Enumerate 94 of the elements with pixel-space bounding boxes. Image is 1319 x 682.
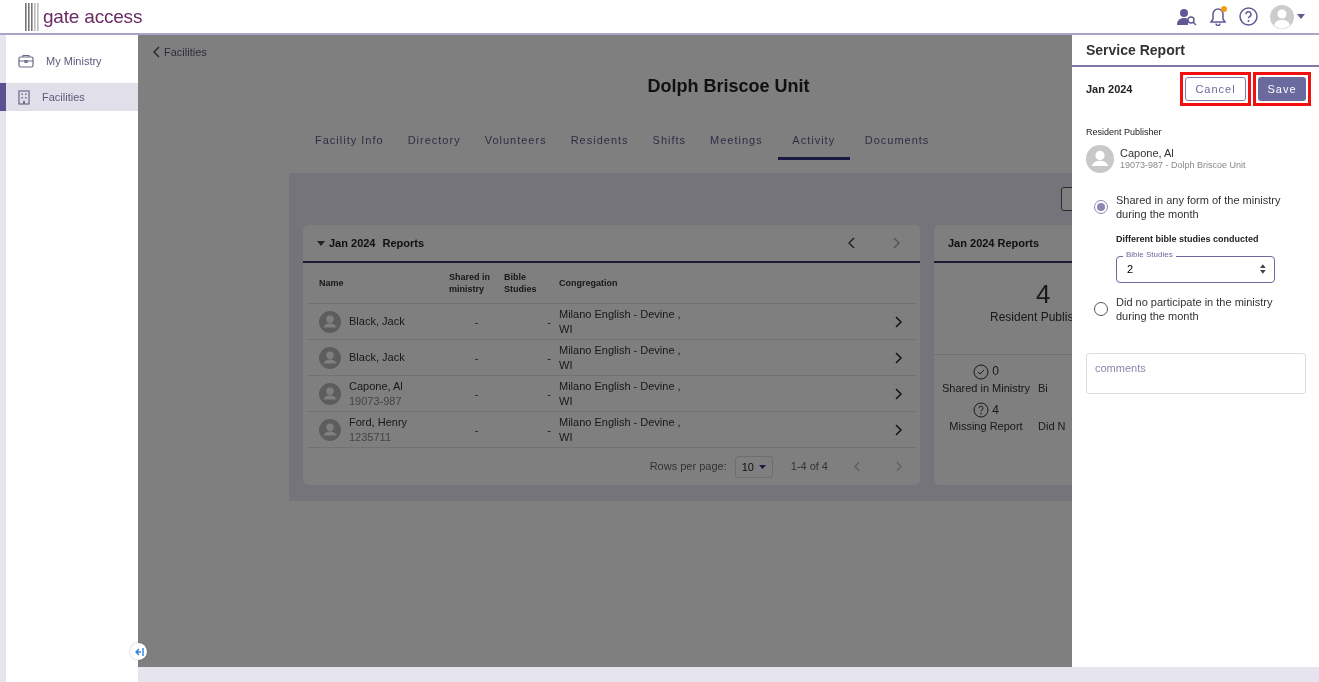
back-chevron-icon	[153, 46, 161, 58]
stat-label: Bi	[1038, 381, 1048, 396]
resident-id: 19073-987	[349, 393, 403, 408]
resident-id: 1235711	[349, 429, 392, 444]
congregation-name: Milano English - Devine ,	[559, 307, 682, 322]
reports-month: Jan 2024	[329, 237, 376, 249]
rows-per-page-label: Rows per page:	[649, 459, 727, 474]
stat-label: Did N	[1038, 419, 1066, 434]
congregation-name: Milano English - Devine ,	[559, 379, 682, 394]
avatar-icon	[1086, 145, 1114, 173]
resident-name: Black, Jack	[349, 314, 405, 329]
building-icon	[18, 89, 30, 105]
expand-caret-icon[interactable]	[317, 240, 325, 246]
field-label: Bible Studies	[1123, 249, 1176, 259]
table-cell-text: -	[473, 351, 480, 364]
tab[interactable]: Meetings	[701, 123, 772, 160]
table-cell-text: -	[546, 387, 552, 400]
studies-prompt: Different bible studies conducted	[1116, 233, 1259, 244]
tab[interactable]: Facility Info	[306, 123, 393, 160]
avatar-icon	[319, 346, 341, 369]
tab[interactable]: Documents	[855, 123, 939, 160]
collapse-sidebar-button[interactable]	[130, 643, 147, 660]
stat-count: 0	[992, 364, 999, 380]
congregation-name: Milano English - Devine ,	[559, 415, 682, 430]
comments-field[interactable]: comments	[1086, 353, 1306, 395]
chevron-left-icon	[854, 461, 861, 472]
save-button[interactable]: Save	[1258, 77, 1306, 101]
column-header: Bible Studies	[504, 270, 538, 296]
caret-icon	[758, 464, 766, 469]
resident-name: Ford, Henry	[349, 415, 408, 430]
congregation-region: WI	[559, 357, 574, 372]
publisher-detail: 19073-987 - Dolph Briscoe Unit	[1120, 160, 1246, 172]
person-search-icon[interactable]	[1177, 7, 1197, 26]
chevron-right-icon	[895, 461, 902, 472]
caret-icon	[1297, 14, 1305, 19]
radio-label: Shared in any form of the ministry during the month	[1116, 193, 1282, 222]
summary-title: Jan 2024 Reports	[948, 237, 1040, 249]
rows-per-page-select[interactable]: 10	[734, 455, 773, 478]
publisher-name: Capone, Al	[1120, 146, 1175, 161]
column-header: Shared in ministry	[449, 270, 491, 296]
check-circle-icon	[973, 364, 990, 380]
table-cell-text: -	[546, 351, 552, 364]
report-month: Jan 2024	[1086, 81, 1133, 97]
tab[interactable]: Directory	[398, 123, 470, 160]
notification-bell-icon[interactable]	[1209, 7, 1227, 26]
total-label: Resident Publis	[990, 310, 1074, 326]
tab[interactable]: Volunteers	[475, 123, 556, 160]
stat-count: 4	[992, 402, 999, 419]
page-title: Dolph Briscoe Unit	[647, 76, 810, 97]
resident-name: Black, Jack	[349, 350, 405, 365]
total-count: 4	[1036, 279, 1051, 310]
radio-option[interactable]: Shared in any form of the ministry during the month	[1086, 187, 1305, 228]
briefcase-icon	[18, 54, 34, 68]
column-header: Congregation	[559, 276, 619, 290]
section-label: Resident Publisher	[1086, 127, 1162, 137]
help-circle-icon	[973, 402, 990, 419]
congregation-name: Milano English - Devine ,	[559, 343, 682, 358]
collapse-arrow-icon	[133, 647, 144, 656]
tab[interactable]: Activity	[777, 123, 850, 160]
table-cell-text: -	[473, 315, 480, 328]
radio-label: Did no participate in the ministry during the month	[1116, 294, 1274, 324]
avatar-icon	[319, 418, 341, 441]
tab[interactable]: Residents	[561, 123, 638, 160]
congregation-region: WI	[559, 393, 574, 408]
chevron-right-icon	[894, 387, 902, 400]
back-link[interactable]: Facilities	[153, 46, 207, 58]
chevron-right-icon	[894, 423, 902, 436]
logo-bars-icon	[25, 2, 41, 31]
chevron-left-icon	[848, 237, 856, 249]
stat-label: Missing Report	[949, 419, 1023, 434]
page-range: 1-4 of 4	[790, 459, 828, 474]
chevron-right-icon	[894, 351, 902, 364]
table-cell-text: -	[546, 423, 552, 436]
user-menu-button[interactable]	[1270, 4, 1305, 29]
table-cell-text: -	[546, 315, 552, 328]
congregation-region: WI	[559, 429, 574, 444]
cancel-button[interactable]: Cancel	[1185, 77, 1246, 101]
congregation-region: WI	[559, 321, 574, 336]
help-icon[interactable]	[1239, 7, 1258, 26]
avatar-icon	[319, 310, 341, 333]
stat-label: Shared in Ministry	[941, 381, 1030, 396]
sidebar-item[interactable]: My Ministry	[6, 47, 138, 75]
column-header: Name	[319, 276, 345, 290]
table-cell-text: -	[473, 387, 480, 400]
radio-option[interactable]: Did no participate in the ministry during the month	[1086, 288, 1305, 330]
table-cell-text: -	[473, 423, 480, 436]
reports-title: Reports	[382, 237, 425, 249]
resident-name: Capone, Al	[349, 379, 403, 394]
avatar-icon	[319, 382, 341, 405]
chevron-right-icon	[894, 315, 902, 328]
chevron-right-icon	[892, 237, 900, 249]
logo-text: gate access	[43, 5, 143, 28]
drawer-title: Service Report	[1072, 35, 1319, 67]
tab[interactable]: Shifts	[643, 123, 696, 160]
